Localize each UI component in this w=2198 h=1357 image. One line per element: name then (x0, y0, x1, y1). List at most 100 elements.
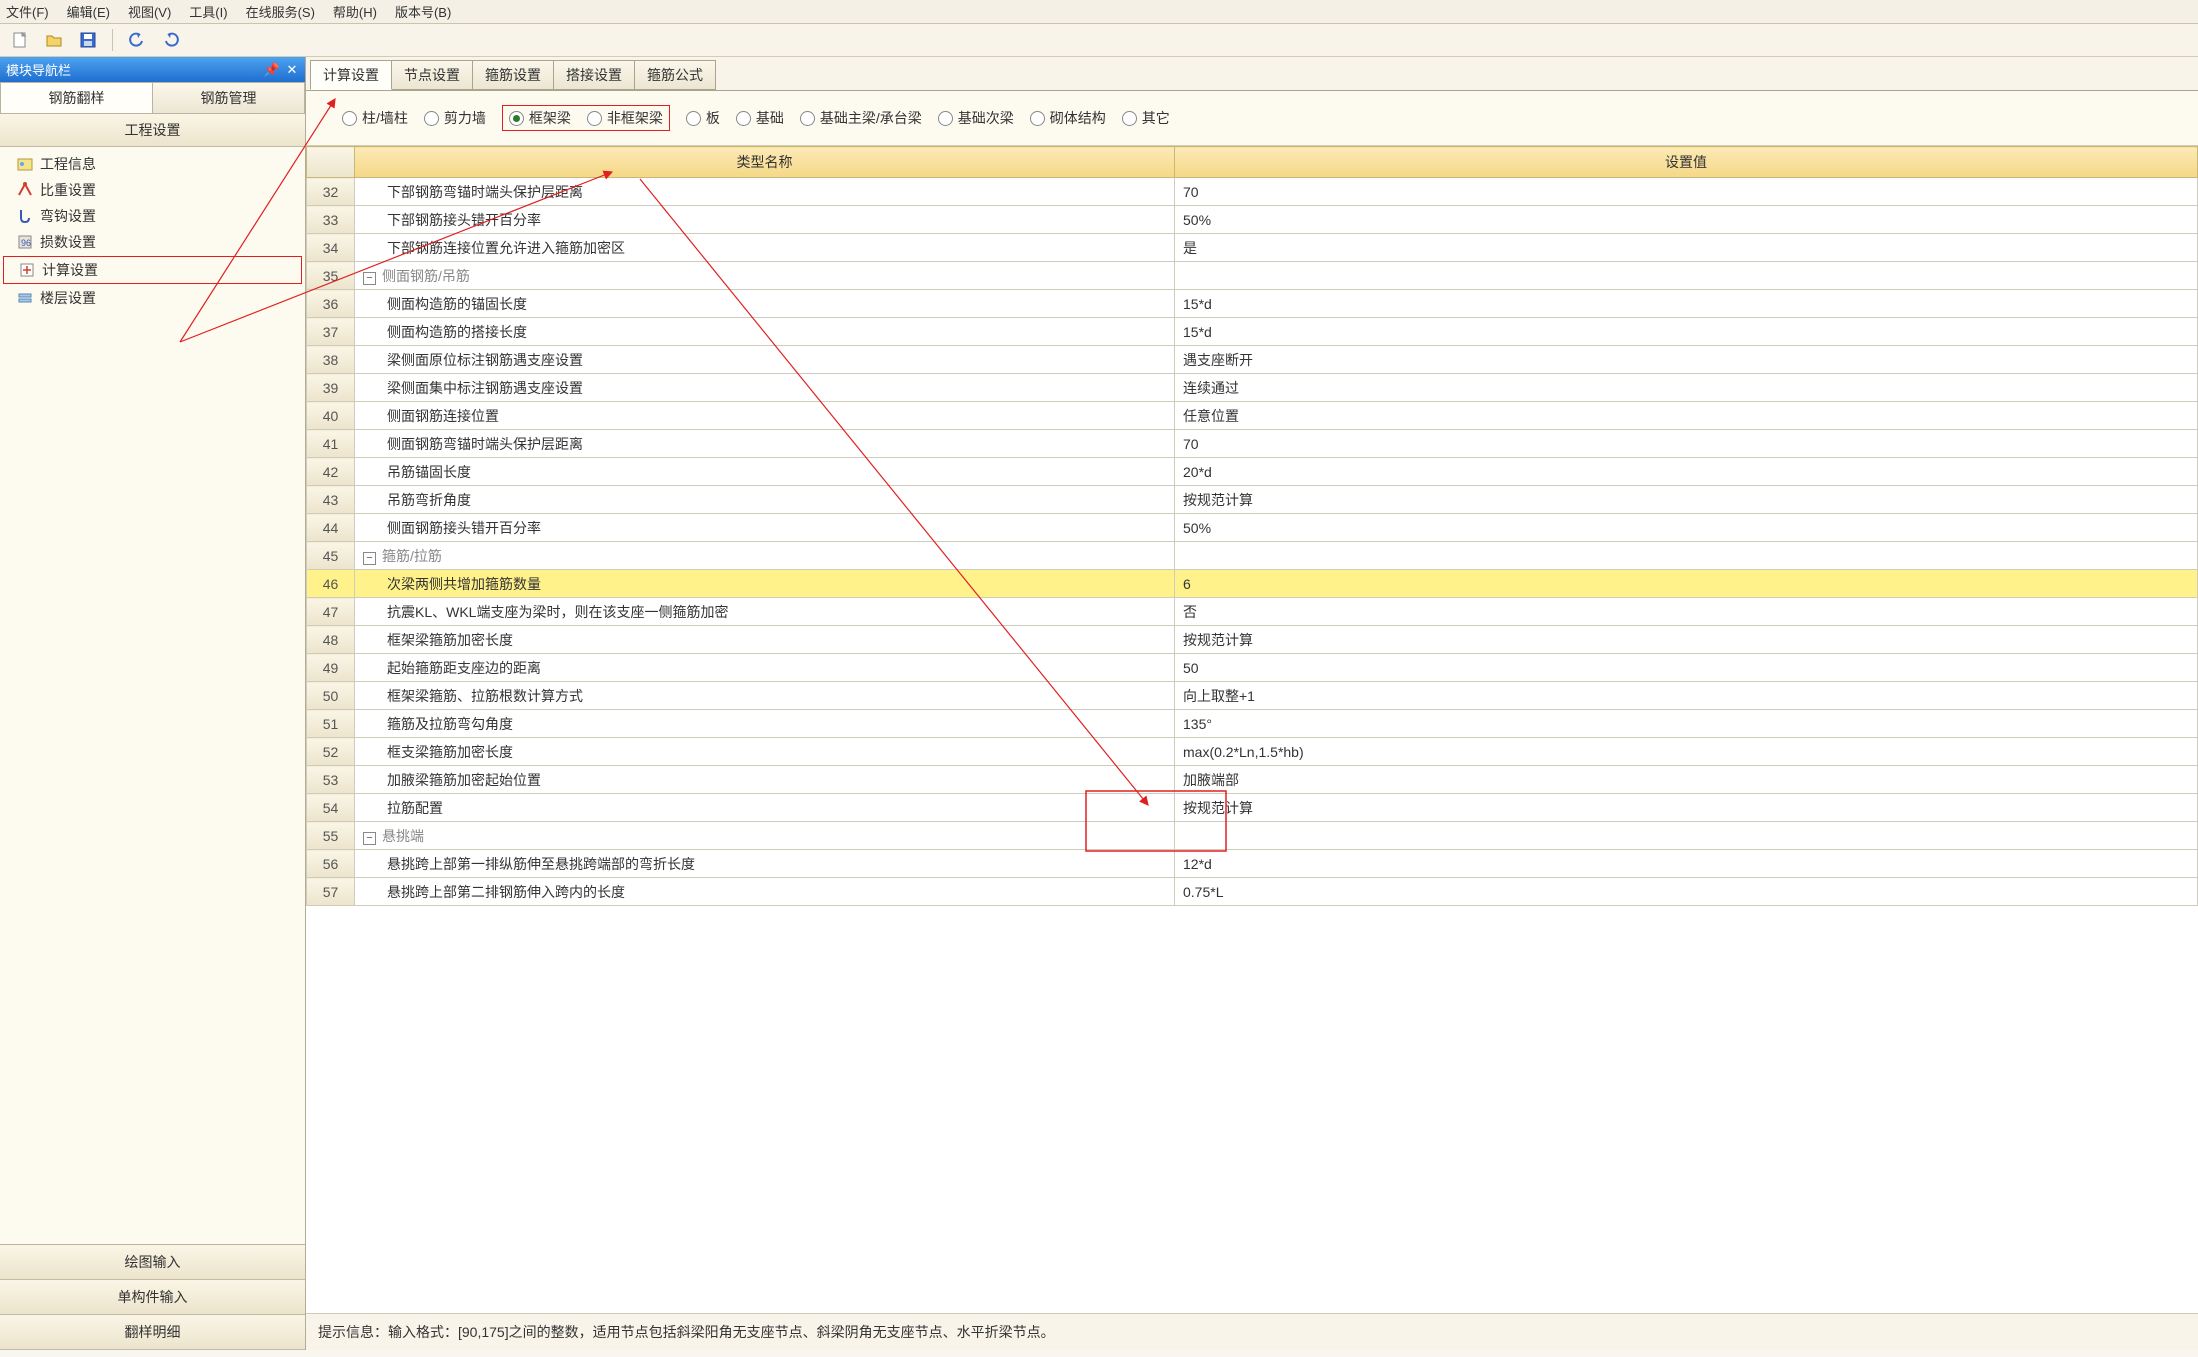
param-value[interactable]: 20*d (1175, 458, 2198, 486)
param-value[interactable]: 6 (1175, 570, 2198, 598)
param-value[interactable]: 是 (1175, 234, 2198, 262)
pin-icon[interactable]: 📌 (265, 63, 279, 77)
row-number: 50 (307, 682, 355, 710)
table-row[interactable]: 43吊筋弯折角度按规范计算 (307, 486, 2198, 514)
settings-grid[interactable]: 类型名称 设置值 32下部钢筋弯锚时端头保护层距离7033下部钢筋接头错开百分率… (306, 146, 2198, 1313)
radio-shearwall[interactable]: 剪力墙 (424, 108, 486, 128)
undo-button[interactable] (123, 27, 151, 53)
radio-foundation[interactable]: 基础 (736, 108, 784, 128)
param-name: 拉筋配置 (355, 794, 1175, 822)
tab-stirrup-formula[interactable]: 箍筋公式 (634, 60, 716, 90)
param-value[interactable]: 按规范计算 (1175, 626, 2198, 654)
radio-column[interactable]: 柱/墙柱 (342, 108, 408, 128)
param-value[interactable]: 70 (1175, 430, 2198, 458)
param-value[interactable]: 0.75*L (1175, 878, 2198, 906)
param-value[interactable]: 15*d (1175, 318, 2198, 346)
table-row[interactable]: 37侧面构造筋的搭接长度15*d (307, 318, 2198, 346)
radio-other[interactable]: 其它 (1122, 108, 1170, 128)
table-row[interactable]: 34下部钢筋连接位置允许进入箍筋加密区是 (307, 234, 2198, 262)
param-name: 框架梁箍筋加密长度 (355, 626, 1175, 654)
table-row[interactable]: 54拉筋配置按规范计算 (307, 794, 2198, 822)
menu-help[interactable]: 帮助(H) (333, 2, 377, 21)
table-row[interactable]: 46次梁两侧共增加箍筋数量6 (307, 570, 2198, 598)
open-button[interactable] (40, 27, 68, 53)
table-row[interactable]: 45−箍筋/拉筋 (307, 542, 2198, 570)
param-value[interactable]: 50 (1175, 654, 2198, 682)
table-row[interactable]: 35−侧面钢筋/吊筋 (307, 262, 2198, 290)
param-value[interactable]: 12*d (1175, 850, 2198, 878)
menu-online[interactable]: 在线服务(S) (246, 2, 315, 21)
param-value[interactable]: 50% (1175, 514, 2198, 542)
table-row[interactable]: 55−悬挑端 (307, 822, 2198, 850)
sidebar-tab-manage[interactable]: 钢筋管理 (153, 82, 305, 113)
table-row[interactable]: 40侧面钢筋连接位置任意位置 (307, 402, 2198, 430)
close-icon[interactable]: ✕ (285, 63, 299, 77)
table-row[interactable]: 38梁侧面原位标注钢筋遇支座设置遇支座断开 (307, 346, 2198, 374)
sidebar-bottom-single[interactable]: 单构件输入 (0, 1280, 305, 1315)
tab-node-settings[interactable]: 节点设置 (391, 60, 473, 90)
param-value[interactable]: max(0.2*Ln,1.5*hb) (1175, 738, 2198, 766)
radio-foundation-secondary[interactable]: 基础次梁 (938, 108, 1014, 128)
table-row[interactable]: 44侧面钢筋接头错开百分率50% (307, 514, 2198, 542)
tree-item-hook[interactable]: 弯钩设置 (2, 203, 303, 229)
param-value[interactable]: 50% (1175, 206, 2198, 234)
table-row[interactable]: 36侧面构造筋的锚固长度15*d (307, 290, 2198, 318)
tree-item-floor[interactable]: 楼层设置 (2, 285, 303, 311)
sidebar-tree: 工程信息 比重设置 弯钩设置 96损数设置 计算设置 楼层设置 (0, 147, 305, 1244)
tree-item-info[interactable]: 工程信息 (2, 151, 303, 177)
menu-file[interactable]: 文件(F) (6, 2, 49, 21)
param-value[interactable]: 按规范计算 (1175, 794, 2198, 822)
table-row[interactable]: 49起始箍筋距支座边的距离50 (307, 654, 2198, 682)
new-button[interactable] (6, 27, 34, 53)
param-value[interactable]: 135° (1175, 710, 2198, 738)
param-value[interactable]: 任意位置 (1175, 402, 2198, 430)
table-row[interactable]: 50框架梁箍筋、拉筋根数计算方式向上取整+1 (307, 682, 2198, 710)
param-name: 起始箍筋距支座边的距离 (355, 654, 1175, 682)
tab-lap-settings[interactable]: 搭接设置 (553, 60, 635, 90)
param-value[interactable] (1175, 822, 2198, 850)
table-row[interactable]: 33下部钢筋接头错开百分率50% (307, 206, 2198, 234)
radio-non-frame-beam[interactable]: 非框架梁 (587, 108, 663, 128)
table-row[interactable]: 56悬挑跨上部第一排纵筋伸至悬挑跨端部的弯折长度12*d (307, 850, 2198, 878)
menu-version[interactable]: 版本号(B) (395, 2, 451, 21)
param-value[interactable] (1175, 262, 2198, 290)
redo-button[interactable] (157, 27, 185, 53)
radio-foundation-main[interactable]: 基础主梁/承台梁 (800, 108, 922, 128)
param-value[interactable]: 15*d (1175, 290, 2198, 318)
tree-item-loss[interactable]: 96损数设置 (2, 229, 303, 255)
radio-slab[interactable]: 板 (686, 108, 720, 128)
table-row[interactable]: 41侧面钢筋弯锚时端头保护层距离70 (307, 430, 2198, 458)
sidebar-bottom-draw[interactable]: 绘图输入 (0, 1245, 305, 1280)
table-row[interactable]: 53加腋梁箍筋加密起始位置加腋端部 (307, 766, 2198, 794)
tab-calc-settings[interactable]: 计算设置 (310, 60, 392, 90)
radio-masonry[interactable]: 砌体结构 (1030, 108, 1106, 128)
sidebar-tab-rebar[interactable]: 钢筋翻样 (0, 82, 153, 113)
table-row[interactable]: 48框架梁箍筋加密长度按规范计算 (307, 626, 2198, 654)
sidebar-section-title[interactable]: 工程设置 (0, 114, 305, 147)
table-row[interactable]: 32下部钢筋弯锚时端头保护层距离70 (307, 178, 2198, 206)
table-row[interactable]: 51箍筋及拉筋弯勾角度135° (307, 710, 2198, 738)
param-value[interactable]: 否 (1175, 598, 2198, 626)
param-value[interactable]: 向上取整+1 (1175, 682, 2198, 710)
param-name: 下部钢筋弯锚时端头保护层距离 (355, 178, 1175, 206)
sidebar-bottom-detail[interactable]: 翻样明细 (0, 1315, 305, 1350)
tab-stirrup-settings[interactable]: 箍筋设置 (472, 60, 554, 90)
table-row[interactable]: 47抗震KL、WKL端支座为梁时，则在该支座一侧箍筋加密否 (307, 598, 2198, 626)
radio-frame-beam[interactable]: 框架梁 (509, 108, 571, 128)
tree-item-weight[interactable]: 比重设置 (2, 177, 303, 203)
param-value[interactable]: 按规范计算 (1175, 486, 2198, 514)
param-value[interactable]: 加腋端部 (1175, 766, 2198, 794)
table-row[interactable]: 39梁侧面集中标注钢筋遇支座设置连续通过 (307, 374, 2198, 402)
table-row[interactable]: 57悬挑跨上部第二排钢筋伸入跨内的长度0.75*L (307, 878, 2198, 906)
param-value[interactable]: 遇支座断开 (1175, 346, 2198, 374)
menu-edit[interactable]: 编辑(E) (67, 2, 110, 21)
param-value[interactable]: 70 (1175, 178, 2198, 206)
save-button[interactable] (74, 27, 102, 53)
param-value[interactable]: 连续通过 (1175, 374, 2198, 402)
menu-tool[interactable]: 工具(I) (189, 2, 227, 21)
table-row[interactable]: 52框支梁箍筋加密长度max(0.2*Ln,1.5*hb) (307, 738, 2198, 766)
table-row[interactable]: 42吊筋锚固长度20*d (307, 458, 2198, 486)
menu-view[interactable]: 视图(V) (128, 2, 171, 21)
tree-item-calc[interactable]: 计算设置 (3, 256, 302, 284)
param-value[interactable] (1175, 542, 2198, 570)
